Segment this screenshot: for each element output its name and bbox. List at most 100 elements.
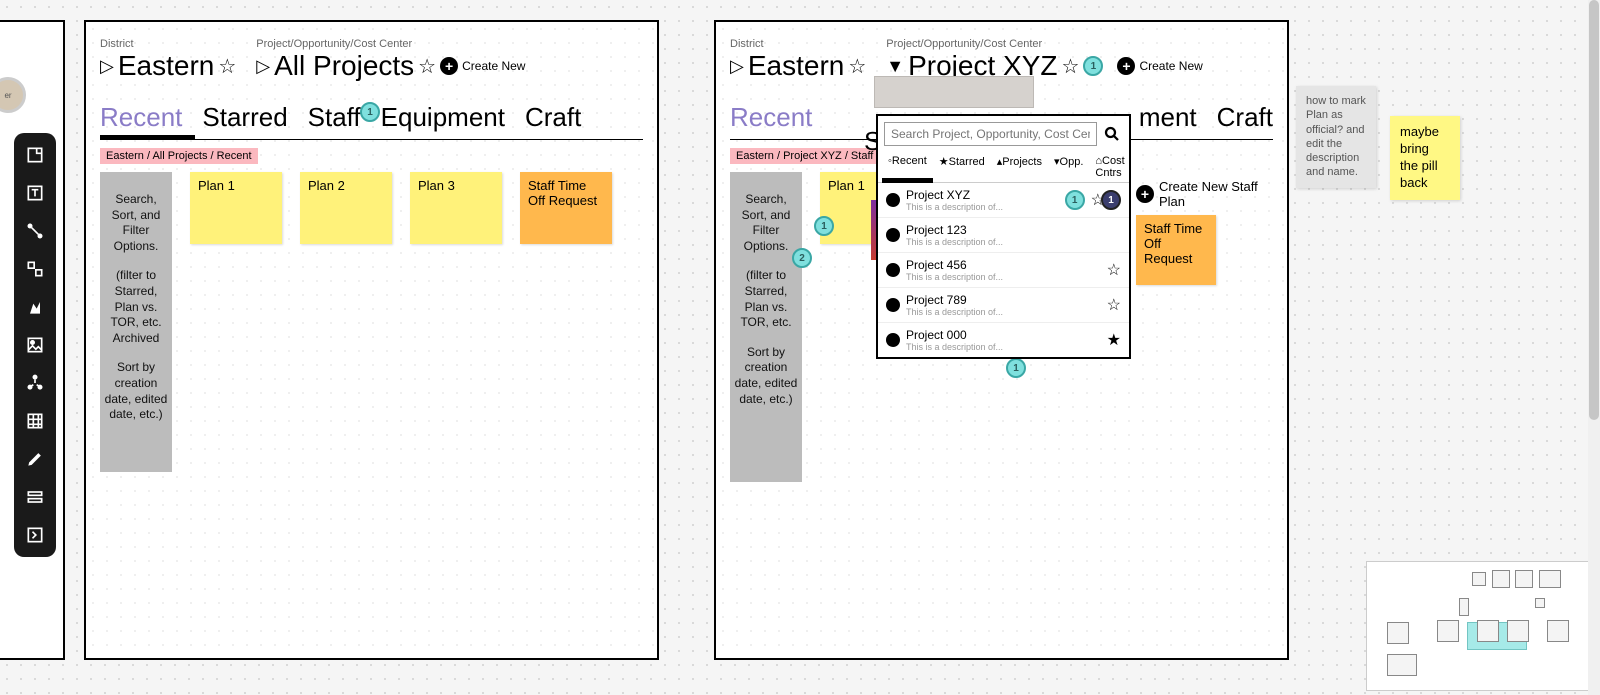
sticky-note-tool-icon[interactable] <box>20 141 50 169</box>
create-new-button[interactable]: +Create New <box>1117 57 1202 75</box>
star-icon[interactable]: ☆ <box>1107 295 1121 315</box>
frame-all-projects[interactable]: District ▷ Eastern☆ Project/Opportunity/… <box>84 20 659 660</box>
comment-pin[interactable]: 1 <box>1101 190 1121 210</box>
tab-equipment-partial[interactable]: ment <box>1139 100 1197 139</box>
filter-text: Search, Sort, and Filter Options. <box>104 192 168 254</box>
district-name: Eastern <box>118 50 215 82</box>
district-breadcrumb[interactable]: ▷ Eastern☆ <box>100 50 236 82</box>
star-icon[interactable]: ☆ <box>1062 54 1080 79</box>
minimap-frame <box>1535 598 1545 608</box>
sticky-note-yellow[interactable]: maybe bring the pill back <box>1390 116 1460 200</box>
create-new-button[interactable]: +Create New <box>440 57 525 75</box>
plan-card[interactable]: Plan 3 <box>410 172 502 244</box>
filter-panel[interactable]: Search, Sort, and Filter Options. (filte… <box>100 172 172 472</box>
item-desc: This is a description of... <box>906 342 1101 352</box>
dropdown-item[interactable]: Project 000This is a description of... ★ <box>878 323 1129 357</box>
chevron-right-icon: ▷ <box>730 56 744 77</box>
plan-card[interactable]: Plan 1 <box>190 172 282 244</box>
text-tool-icon[interactable] <box>20 179 50 207</box>
tor-card[interactable]: Staff Time Off Request <box>1136 215 1216 285</box>
frame-project-xyz[interactable]: District ▷ Eastern☆ Project/Opportunity/… <box>714 20 1289 660</box>
stamp-tool-icon[interactable] <box>20 293 50 321</box>
create-staff-plan-button[interactable]: + Create New Staff Plan <box>1136 179 1287 209</box>
comment-pin[interactable]: 1 <box>360 102 380 122</box>
table-tool-icon[interactable] <box>20 407 50 435</box>
district-name: Eastern <box>748 50 845 82</box>
star-icon[interactable]: ☆ <box>848 54 866 79</box>
star-icon[interactable]: ☆ <box>418 54 436 79</box>
dd-tab-projects[interactable]: ▴Projects <box>991 152 1048 182</box>
dd-tab-opp[interactable]: ▾Opp. <box>1048 152 1089 182</box>
project-name: All Projects <box>274 50 414 82</box>
minimap-frame <box>1472 572 1486 586</box>
more-tool-icon[interactable] <box>20 521 50 549</box>
dd-tab-starred[interactable]: ★Starred <box>933 152 991 182</box>
sticky-note-gray[interactable]: how to mark Plan as official? and edit t… <box>1296 86 1376 188</box>
tab-equipment[interactable]: Equipment <box>381 100 505 139</box>
tab-craft[interactable]: Craft <box>525 100 581 139</box>
tor-card[interactable]: Staff Time Off Request <box>520 172 612 244</box>
comment-pin[interactable]: 1 <box>1083 56 1103 76</box>
connector-tool-icon[interactable] <box>20 217 50 245</box>
filter-text: (filter to Starred, Plan vs. TOR, etc. <box>734 268 798 330</box>
chevron-right-icon: ▷ <box>100 56 114 77</box>
tab-craft[interactable]: Craft <box>1217 100 1273 139</box>
tab-recent[interactable]: Recent <box>730 100 814 139</box>
plus-icon: + <box>440 57 458 75</box>
plus-icon: + <box>1136 185 1154 203</box>
minimap-frame <box>1492 570 1510 588</box>
comment-pin[interactable]: 1 <box>1065 190 1085 210</box>
card-label: Staff Time Off Request <box>528 178 597 208</box>
create-new-label: Create New <box>1139 59 1202 73</box>
tab-starred[interactable]: Starred <box>202 100 287 139</box>
chevron-down-icon: ▼ <box>886 56 904 77</box>
pen-tool-icon[interactable] <box>20 445 50 473</box>
vertical-scrollbar[interactable] <box>1588 0 1600 695</box>
item-desc: This is a description of... <box>906 307 1101 317</box>
dropdown-item[interactable]: Project XYZThis is a description of... 1… <box>878 183 1129 218</box>
comment-pin[interactable]: 2 <box>792 248 812 268</box>
create-staff-label: Create New Staff Plan <box>1159 179 1287 209</box>
dd-tab-cost[interactable]: ⌂Cost Cntrs <box>1089 152 1130 182</box>
comment-pin[interactable]: 1 <box>1006 358 1026 378</box>
project-dropdown: ◦Recent ★Starred ▴Projects ▾Opp. ⌂Cost C… <box>876 114 1131 359</box>
shape-tool-icon[interactable] <box>20 255 50 283</box>
item-name: Project 789 <box>906 293 1101 307</box>
chart-tool-icon[interactable] <box>20 369 50 397</box>
component-tool-icon[interactable] <box>20 483 50 511</box>
tab-recent[interactable]: Recent <box>100 100 182 139</box>
filter-panel[interactable]: Search, Sort, and Filter Options. (filte… <box>730 172 802 482</box>
search-input[interactable] <box>884 122 1097 146</box>
minimap[interactable] <box>1366 561 1596 691</box>
image-tool-icon[interactable] <box>20 331 50 359</box>
dd-tab-recent[interactable]: ◦Recent <box>882 152 933 182</box>
district-breadcrumb[interactable]: ▷ Eastern☆ <box>730 50 866 82</box>
filter-text: Sort by creation date, edited date, etc.… <box>734 345 798 407</box>
tab-staff[interactable]: Staff <box>308 100 361 139</box>
item-icon <box>886 228 900 242</box>
dropdown-item[interactable]: Project 456This is a description of... ☆ <box>878 253 1129 288</box>
item-icon <box>886 298 900 312</box>
star-filled-icon[interactable]: ★ <box>1107 330 1121 350</box>
filter-text: Search, Sort, and Filter Options. <box>734 192 798 254</box>
tool-palette <box>14 133 56 557</box>
card-label: Plan 3 <box>418 178 455 193</box>
minimap-frame <box>1387 622 1409 644</box>
search-icon[interactable] <box>1101 122 1123 146</box>
tab-bar: Recent Starred Staff Equipment Craft 1 <box>100 100 643 140</box>
filter-text: Sort by creation date, edited date, etc.… <box>104 360 168 422</box>
comment-pin[interactable]: 1 <box>814 216 834 236</box>
dropdown-item[interactable]: Project 123This is a description of... <box>878 218 1129 253</box>
dropdown-item[interactable]: Project 789This is a description of... ☆ <box>878 288 1129 323</box>
plan-card[interactable]: Plan 2 <box>300 172 392 244</box>
item-name: Project 123 <box>906 223 1121 237</box>
star-icon[interactable]: ☆ <box>1107 260 1121 280</box>
scroll-thumb[interactable] <box>1589 0 1599 420</box>
star-icon[interactable]: ☆ <box>218 54 236 79</box>
minimap-frame <box>1437 620 1459 642</box>
item-desc: This is a description of... <box>906 237 1121 247</box>
item-icon <box>886 263 900 277</box>
project-breadcrumb[interactable]: ▷ All Projects ☆ +Create New <box>256 50 525 82</box>
project-label: Project/Opportunity/Cost Center <box>256 38 525 50</box>
content-area: Search, Sort, and Filter Options. (filte… <box>100 172 643 472</box>
